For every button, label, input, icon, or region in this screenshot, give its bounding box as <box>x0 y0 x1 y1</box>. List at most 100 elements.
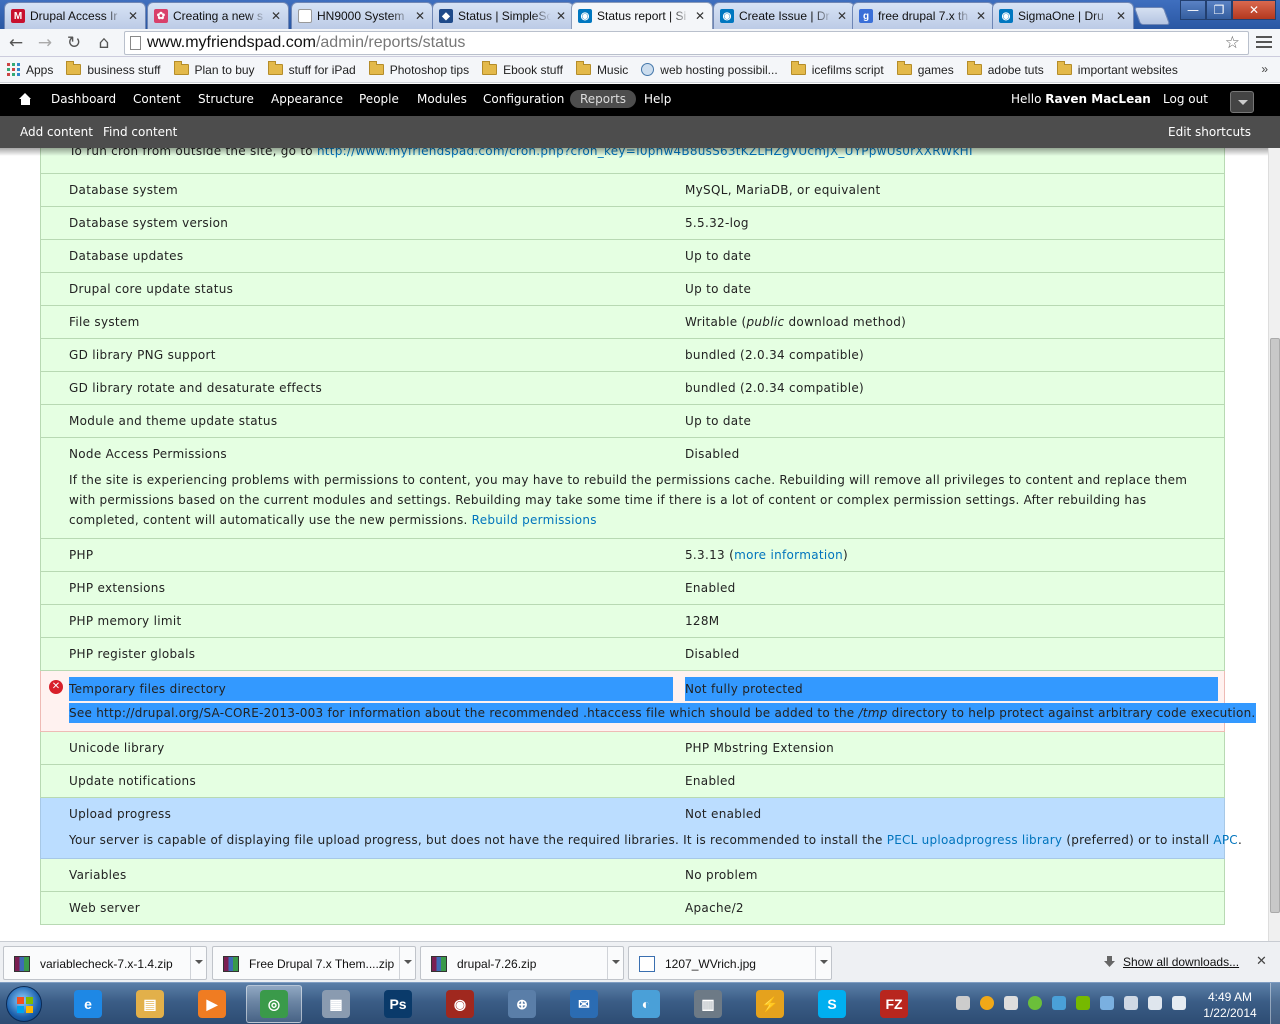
tab-close-icon[interactable]: ✕ <box>270 9 282 23</box>
taskbar-app[interactable]: ▦ <box>308 985 364 1023</box>
shortcuts-toggle-button[interactable] <box>1230 91 1254 113</box>
shortcut-add-content[interactable]: Add content <box>20 125 93 139</box>
browser-tab[interactable]: g free drupal 7.x th ✕ <box>852 2 994 29</box>
taskbar-app[interactable]: ◉ <box>432 985 488 1023</box>
bookmark-item[interactable]: icefilms script <box>790 61 884 77</box>
menu-content[interactable]: Content <box>133 92 181 106</box>
address-bar[interactable]: www.myfriendspad.com/admin/reports/statu… <box>124 31 1249 55</box>
chrome-menu-icon[interactable] <box>1256 36 1272 50</box>
close-download-shelf-icon[interactable]: ✕ <box>1256 954 1267 969</box>
minimize-button[interactable]: — <box>1180 0 1206 20</box>
taskbar-app[interactable]: ⊕ <box>494 985 550 1023</box>
drupal-home-icon[interactable] <box>19 93 32 106</box>
bookmark-item[interactable]: Apps <box>7 63 53 77</box>
bookmark-item[interactable]: important websites <box>1056 61 1178 77</box>
bookmark-item[interactable]: web hosting possibil... <box>641 63 778 77</box>
taskbar-app[interactable]: ▥ <box>680 985 736 1023</box>
status-value[interactable]: Up to date <box>685 282 751 296</box>
download-item[interactable]: variablecheck-7.x-1.4.zip <box>3 946 207 980</box>
menu-structure[interactable]: Structure <box>198 92 254 106</box>
forward-arrow-icon[interactable]: → <box>34 33 56 53</box>
tray-sync-icon[interactable] <box>1052 996 1066 1010</box>
user-name[interactable]: Raven MacLean <box>1045 92 1151 106</box>
bookmarks-overflow-icon[interactable]: » <box>1261 62 1268 76</box>
menu-configuration[interactable]: Configuration <box>483 92 564 106</box>
taskbar-app[interactable]: FZ <box>866 985 922 1023</box>
menu-appearance[interactable]: Appearance <box>271 92 343 106</box>
nvidia-icon[interactable] <box>1076 996 1090 1010</box>
back-arrow-icon[interactable]: ← <box>5 33 27 53</box>
restore-button[interactable]: ❐ <box>1206 0 1232 20</box>
download-menu-arrow-icon[interactable] <box>399 947 415 979</box>
tab-close-icon[interactable]: ✕ <box>836 9 848 23</box>
taskbar-app[interactable]: ◐ <box>618 985 674 1023</box>
taskbar-app[interactable]: ▶ <box>184 985 240 1023</box>
menu-reports[interactable]: Reports <box>570 90 637 108</box>
taskbar-app[interactable]: Ps <box>370 985 426 1023</box>
logout-link[interactable]: Log out <box>1163 92 1208 106</box>
taskbar-app[interactable]: ▤ <box>122 985 178 1023</box>
menu-help[interactable]: Help <box>644 92 671 106</box>
tab-close-icon[interactable]: ✕ <box>127 9 139 23</box>
download-menu-arrow-icon[interactable] <box>190 947 206 979</box>
show-all-downloads-link[interactable]: Show all downloads... <box>1123 955 1239 969</box>
tray-network-icon[interactable] <box>1100 996 1114 1010</box>
flag-icon[interactable] <box>1004 996 1018 1010</box>
menu-dashboard[interactable]: Dashboard <box>51 92 116 106</box>
bookmark-item[interactable]: Music <box>575 61 628 77</box>
browser-tab[interactable]: ✿ Creating a new s ✕ <box>147 2 289 29</box>
taskbar-app[interactable]: S <box>804 985 860 1023</box>
apc-link[interactable]: APC <box>1213 833 1238 847</box>
volume-icon[interactable] <box>956 996 970 1010</box>
tab-close-icon[interactable]: ✕ <box>975 9 987 23</box>
new-tab-button[interactable] <box>1133 7 1171 25</box>
browser-tab[interactable]: ◆ Status | SimpleSc ✕ <box>432 2 574 29</box>
bookmark-item[interactable]: games <box>896 61 954 77</box>
browser-tab[interactable]: M Drupal Access Ir ✕ <box>4 2 146 29</box>
browser-tab[interactable]: ◉ SigmaOne | Dru ✕ <box>992 2 1134 29</box>
bookmark-star-icon[interactable]: ☆ <box>1225 32 1240 54</box>
bookmark-item[interactable]: adobe tuts <box>966 61 1044 77</box>
close-window-button[interactable]: ✕ <box>1232 0 1276 20</box>
taskbar-app[interactable]: ✉ <box>556 985 612 1023</box>
menu-modules[interactable]: Modules <box>417 92 467 106</box>
download-menu-arrow-icon[interactable] <box>607 947 623 979</box>
page-scrollbar[interactable] <box>1268 148 1280 941</box>
shortcut-find-content[interactable]: Find content <box>103 125 177 139</box>
network-bars-icon[interactable] <box>1172 996 1186 1010</box>
bookmark-item[interactable]: Ebook stuff <box>482 61 563 77</box>
browser-tab[interactable]: ◉ Create Issue | Dr ✕ <box>713 2 855 29</box>
download-item[interactable]: Free Drupal 7.x Them....zip <box>212 946 416 980</box>
signal-icon[interactable] <box>1148 996 1162 1010</box>
tab-close-icon[interactable]: ✕ <box>694 9 706 23</box>
more-information-link[interactable]: more information <box>734 548 843 562</box>
reload-icon[interactable]: ↻ <box>63 33 85 53</box>
download-item[interactable]: drupal-7.26.zip <box>420 946 624 980</box>
taskbar-app[interactable]: ⚡ <box>742 985 798 1023</box>
bookmark-item[interactable]: Plan to buy <box>173 61 255 77</box>
clock[interactable]: 4:49 AM 1/22/2014 <box>1192 989 1268 1021</box>
scrollbar-thumb[interactable] <box>1270 338 1280 913</box>
bookmark-item[interactable]: Photoshop tips <box>368 61 469 77</box>
status-value[interactable]: Up to date <box>685 414 751 428</box>
show-desktop-button[interactable] <box>1270 983 1280 1024</box>
menu-people[interactable]: People <box>359 92 399 106</box>
download-menu-arrow-icon[interactable] <box>815 947 831 979</box>
bookmark-item[interactable]: business stuff <box>66 61 161 77</box>
rebuild-permissions-link[interactable]: Rebuild permissions <box>472 513 597 527</box>
tab-close-icon[interactable]: ✕ <box>1115 9 1127 23</box>
tray-check-icon[interactable] <box>1028 996 1042 1010</box>
download-item[interactable]: 1207_WVrich.jpg <box>628 946 832 980</box>
pecl-uploadprogress-link[interactable]: PECL uploadprogress library <box>887 833 1063 847</box>
speaker-icon[interactable] <box>1124 996 1138 1010</box>
tab-close-icon[interactable]: ✕ <box>555 9 567 23</box>
bookmark-item[interactable]: stuff for iPad <box>267 61 356 77</box>
taskbar-app[interactable]: ◎ <box>246 985 302 1023</box>
home-icon[interactable]: ⌂ <box>93 33 115 53</box>
browser-tab[interactable]: ◉ Status report | Si ✕ <box>571 2 713 29</box>
edit-shortcuts-link[interactable]: Edit shortcuts <box>1168 125 1251 139</box>
tab-close-icon[interactable]: ✕ <box>414 9 426 23</box>
browser-tab[interactable]: HN9000 System ✕ <box>291 2 433 29</box>
taskbar-app[interactable]: e <box>60 985 116 1023</box>
start-button[interactable] <box>6 986 42 1022</box>
